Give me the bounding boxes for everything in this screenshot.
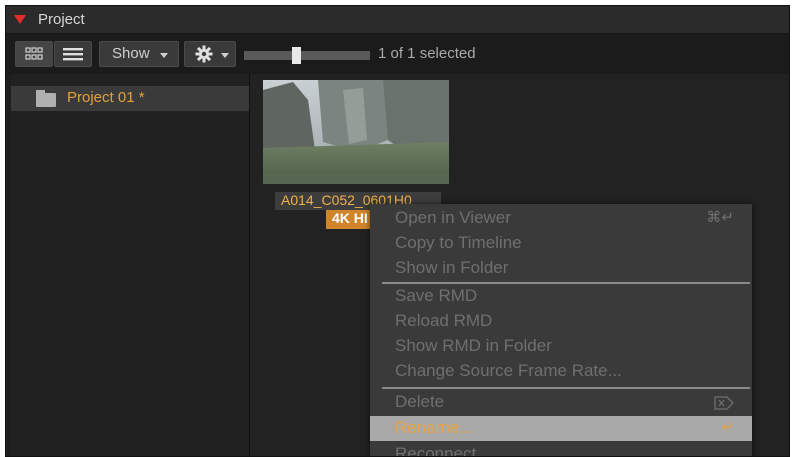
- project-sidebar: Project 01 *: [11, 74, 250, 456]
- context-menu: Open in Viewer ⌘↵ Copy to Timeline Show …: [370, 204, 752, 457]
- menu-item-label: Reload RMD: [395, 311, 493, 330]
- menu-divider: [382, 387, 750, 389]
- shortcut-label: ↵: [721, 419, 734, 436]
- menu-item-delete[interactable]: Delete: [370, 390, 752, 415]
- sidebar-item-label: Project 01 *: [67, 89, 145, 106]
- delete-key-icon: [714, 396, 734, 410]
- menu-item-save-rmd[interactable]: Save RMD: [370, 284, 752, 309]
- menu-item-reconnect[interactable]: Reconnect...: [370, 442, 752, 457]
- show-dropdown[interactable]: Show: [99, 41, 179, 67]
- menu-item-label: Delete: [395, 392, 445, 411]
- grid-view-icon: [25, 47, 43, 60]
- list-view-icon: [63, 48, 83, 61]
- menu-item-label: Save RMD: [395, 286, 478, 305]
- menu-item-show-rmd-in-folder[interactable]: Show RMD in Folder: [370, 334, 752, 359]
- gear-icon: [195, 45, 213, 63]
- panel-titlebar: Project: [6, 6, 789, 34]
- menu-item-label: Copy to Timeline: [395, 233, 522, 252]
- menu-item-show-in-folder[interactable]: Show in Folder: [370, 256, 752, 281]
- settings-dropdown[interactable]: [184, 41, 236, 67]
- clip-thumbnail[interactable]: [263, 80, 449, 184]
- shortcut-label: ⌘↵: [706, 209, 734, 226]
- menu-item-rename[interactable]: Rename... ↵: [370, 416, 752, 441]
- clip-thumbnail-image: [263, 80, 449, 184]
- collapse-triangle-icon[interactable]: [14, 15, 26, 24]
- menu-item-label: Show RMD in Folder: [395, 336, 552, 355]
- show-label: Show: [112, 45, 150, 62]
- chevron-down-icon: [160, 53, 168, 58]
- folder-icon: [36, 90, 56, 107]
- menu-item-label: Show in Folder: [395, 258, 509, 277]
- menu-item-label: Open in Viewer: [395, 208, 511, 227]
- menu-item-label: Rename...: [395, 418, 474, 437]
- grid-view-button[interactable]: [15, 41, 53, 67]
- slider-handle[interactable]: [292, 47, 301, 64]
- menu-item-label: Reconnect...: [395, 444, 491, 457]
- list-view-button[interactable]: [54, 41, 92, 67]
- project-panel: Project Show 1 of 1 selected Project 01 …: [5, 5, 790, 457]
- menu-item-change-source-frame-rate[interactable]: Change Source Frame Rate...: [370, 359, 752, 384]
- menu-item-label: Change Source Frame Rate...: [395, 361, 622, 380]
- menu-item-open-in-viewer[interactable]: Open in Viewer ⌘↵: [370, 206, 752, 231]
- selection-status: 1 of 1 selected: [378, 45, 476, 62]
- menu-item-reload-rmd[interactable]: Reload RMD: [370, 309, 752, 334]
- panel-title: Project: [38, 11, 85, 28]
- resolution-badge: 4K HI: [326, 210, 374, 229]
- menu-item-copy-to-timeline[interactable]: Copy to Timeline: [370, 231, 752, 256]
- sidebar-item-project[interactable]: Project 01 *: [11, 86, 249, 111]
- thumbnail-size-slider[interactable]: [244, 51, 370, 60]
- chevron-down-icon: [221, 53, 229, 58]
